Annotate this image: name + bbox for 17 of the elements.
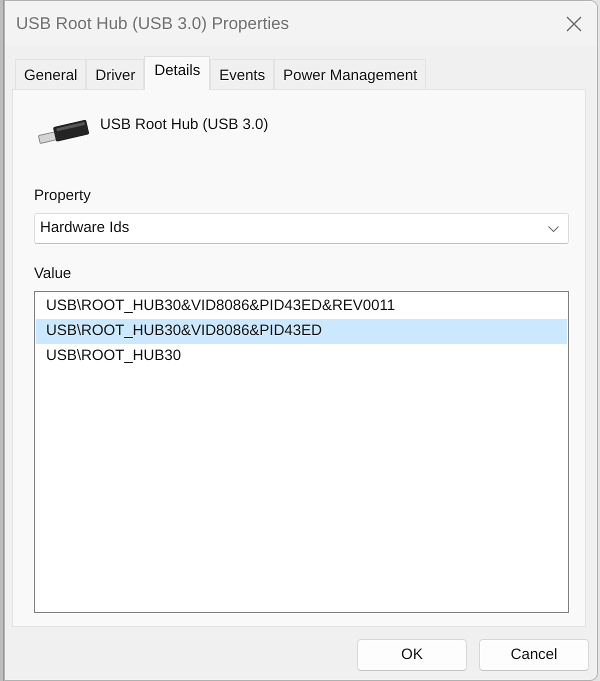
tab[interactable]: Driver — [86, 59, 144, 89]
property-dropdown[interactable]: Hardware Ids — [34, 213, 569, 244]
close-icon — [566, 16, 582, 32]
list-item[interactable]: USB\ROOT_HUB30&VID8086&PID43ED — [36, 319, 567, 344]
value-listbox[interactable]: USB\ROOT_HUB30&VID8086&PID43ED&REV0011 USB\ROOT_HUB30&VID8086&PID43ED USB\ROOT_HUB30 — [34, 291, 569, 613]
chevron-down-icon — [548, 226, 559, 232]
device-name: USB Root Hub (USB 3.0) — [100, 116, 268, 134]
value-label: Value — [34, 265, 72, 283]
window-title: USB Root Hub (USB 3.0) Properties — [16, 12, 290, 34]
property-label: Property — [34, 187, 91, 205]
dialog-button[interactable]: Cancel — [479, 639, 589, 671]
tab[interactable]: Details — [144, 56, 210, 90]
tab[interactable]: Power Management — [274, 59, 426, 89]
tab[interactable]: Events — [210, 59, 274, 89]
usb-plug-icon — [35, 118, 91, 144]
tab[interactable]: General — [15, 59, 86, 89]
dialog-button[interactable]: OK — [357, 639, 467, 671]
